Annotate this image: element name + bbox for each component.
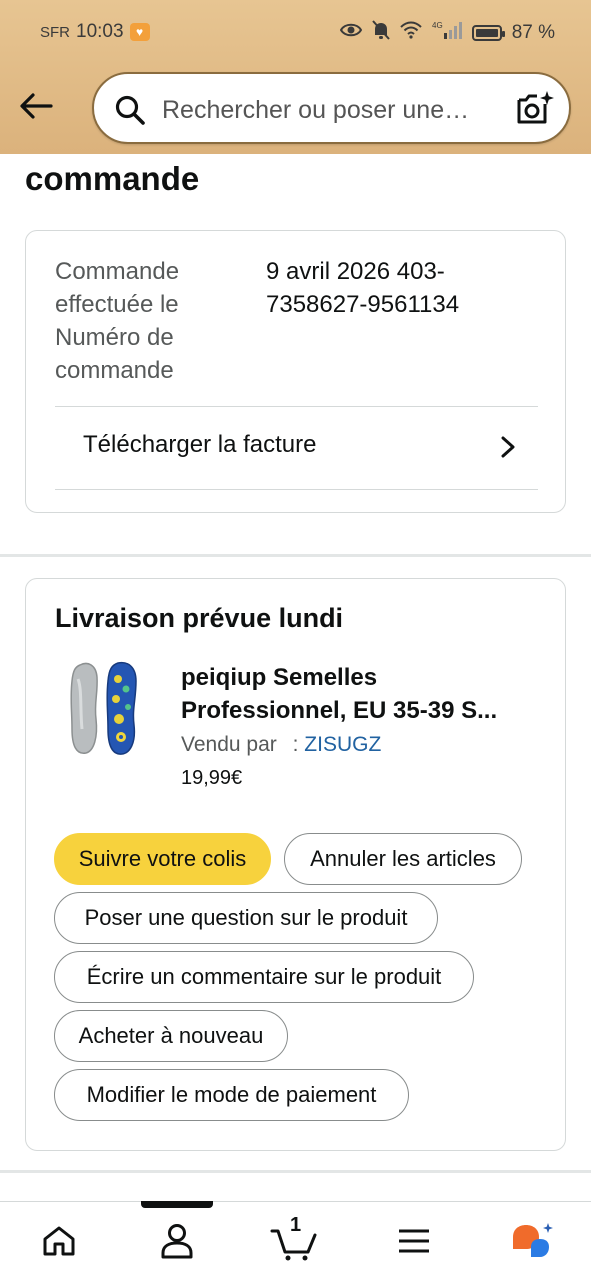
buy-again-button[interactable]: Acheter à nouveau — [54, 1010, 288, 1062]
svg-text:4G: 4G — [432, 21, 443, 30]
search-input[interactable]: Rechercher ou poser une… — [162, 96, 469, 125]
download-invoice-label: Télécharger la facture — [83, 431, 317, 458]
battery-percent: 87 % — [511, 22, 555, 43]
section-separator — [0, 554, 591, 557]
write-review-button[interactable]: Écrire un commentaire sur le produit — [54, 951, 474, 1003]
chevron-right-icon — [500, 435, 516, 464]
order-info-labels: Commande effectuée le Numéro de commande — [55, 258, 180, 384]
search-bar[interactable]: Rechercher ou poser une… — [92, 72, 571, 144]
eye-icon — [339, 22, 362, 44]
nav-home[interactable] — [34, 1218, 84, 1264]
cart-count-badge: 1 — [290, 1214, 302, 1236]
back-button[interactable] — [18, 88, 54, 124]
clock: 10:03 — [76, 21, 124, 42]
seller-link[interactable]: ZISUGZ — [304, 733, 381, 756]
mute-bell-icon — [371, 20, 390, 46]
download-invoice-link[interactable]: Télécharger la facture — [55, 407, 538, 489]
status-bar: SFR 10:03 ♥ 4G 87 % — [0, 0, 591, 66]
shipment-card: Livraison prévue lundi peiqiup Semelles … — [25, 578, 566, 1151]
product-title-link[interactable]: peiqiup Semelles Professionnel, EU 35-39… — [181, 661, 551, 727]
wifi-icon — [399, 21, 422, 45]
back-arrow-icon — [20, 93, 53, 119]
nav-cart[interactable]: 1 — [270, 1214, 320, 1264]
home-icon — [43, 1226, 75, 1256]
order-info-card: Commande effectuée le Numéro de commande… — [25, 230, 566, 513]
cancel-items-button[interactable]: Annuler les articles — [284, 833, 522, 885]
sold-by-separator: : — [292, 733, 299, 756]
header-bar: SFR 10:03 ♥ 4G 87 % Rechercher ou poser … — [0, 0, 591, 154]
product-title-line1: peiqiup Semelles — [181, 664, 378, 691]
menu-icon — [399, 1229, 429, 1253]
carrier-label: SFR — [40, 23, 70, 41]
account-icon — [161, 1224, 193, 1259]
battery-icon — [471, 25, 505, 41]
nav-menu[interactable] — [389, 1218, 439, 1264]
sold-by-label: Vendu par — [181, 733, 277, 756]
health-app-icon: ♥ — [129, 23, 150, 41]
product-image[interactable] — [66, 659, 142, 759]
nav-assistant[interactable] — [507, 1218, 557, 1264]
search-icon — [114, 94, 146, 131]
change-payment-button[interactable]: Modifier le mode de paiement — [54, 1069, 409, 1121]
product-title-line2: Professionnel, EU 35-39 S... — [181, 697, 498, 724]
page-title: commande — [25, 160, 200, 197]
product-price: 19,99€ — [181, 767, 243, 789]
camera-sparkle-icon[interactable] — [515, 90, 555, 133]
rufus-icon — [513, 1223, 553, 1257]
track-package-button[interactable]: Suivre votre colis — [54, 833, 271, 885]
status-right: 4G 87 % — [339, 20, 555, 46]
nav-account[interactable] — [152, 1218, 202, 1264]
sold-by-row: Vendu par : ZISUGZ — [181, 733, 381, 757]
bottom-nav-border — [0, 1201, 591, 1202]
order-info-values: 9 avril 2026 403-7358627-9561134 — [266, 258, 460, 318]
active-tab-indicator — [141, 1201, 213, 1208]
ask-question-button[interactable]: Poser une question sur le produit — [54, 892, 438, 944]
status-left: SFR 10:03 ♥ — [40, 21, 150, 43]
divider — [55, 489, 538, 490]
section-separator — [0, 1170, 591, 1173]
delivery-title: Livraison prévue lundi — [55, 603, 344, 633]
cellular-signal-icon: 4G — [432, 20, 462, 46]
